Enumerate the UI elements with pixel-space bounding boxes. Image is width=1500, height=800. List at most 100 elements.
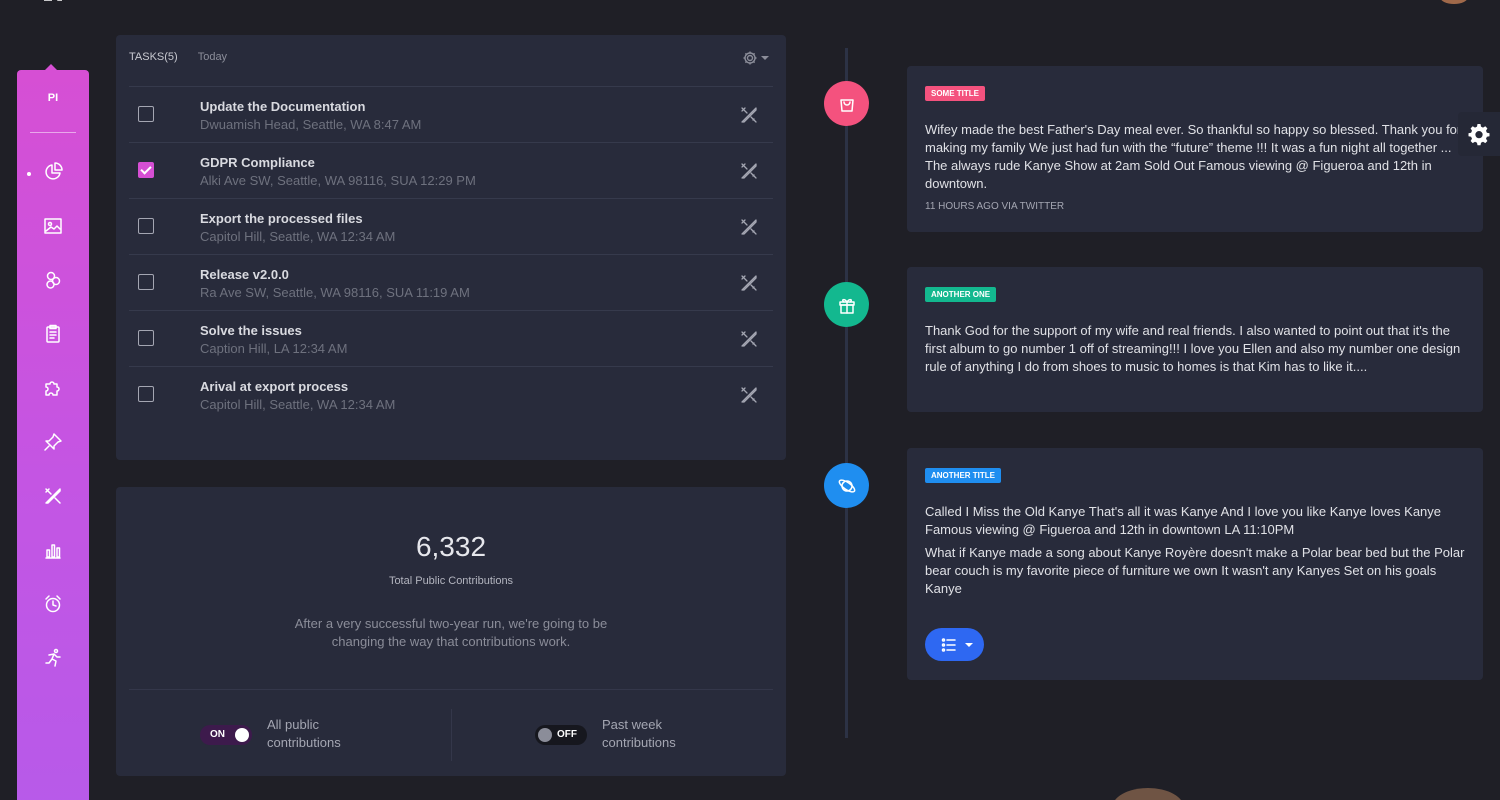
- timeline-badge-2: [824, 282, 869, 327]
- tasks-settings-dropdown[interactable]: [742, 50, 769, 66]
- tools-icon: [741, 219, 757, 235]
- task-checkbox[interactable]: [138, 274, 154, 290]
- toggle-state: ON: [210, 729, 225, 740]
- sidebar-item-calendar[interactable]: [39, 590, 67, 618]
- task-title: Solve the issues: [200, 323, 302, 338]
- task-edit-button[interactable]: [739, 105, 759, 125]
- gear-icon: [743, 51, 757, 65]
- task-edit-button[interactable]: [739, 329, 759, 349]
- task-edit-button[interactable]: [739, 385, 759, 405]
- divider: [129, 689, 773, 690]
- tasks-panel: TASKS(5) Today Update the Documentation D…: [116, 35, 786, 460]
- task-checkbox[interactable]: [138, 162, 154, 178]
- task-row: Arival at export process Capitol Hill, S…: [129, 366, 773, 422]
- timeline-text: Wifey made the best Father's Day meal ev…: [925, 122, 1462, 191]
- sidebar-item-plugins[interactable]: [39, 374, 67, 402]
- shapes-icon: [46, 271, 61, 289]
- sidebar-item-tools[interactable]: [39, 482, 67, 510]
- tools-icon: [741, 107, 757, 123]
- task-edit-button[interactable]: [739, 161, 759, 181]
- task-row: Update the Documentation Dwuamish Head, …: [129, 86, 773, 142]
- task-title: GDPR Compliance: [200, 155, 315, 170]
- timeline-badge: ANOTHER TITLE: [925, 468, 1001, 483]
- toggle-knob: [538, 728, 552, 742]
- timeline-actions-button[interactable]: [925, 628, 984, 661]
- tasks-header: TASKS(5) Today: [129, 51, 227, 63]
- sidebar: PI: [17, 70, 89, 800]
- tools-icon: [741, 163, 757, 179]
- timeline-text: Thank God for the support of my wife and…: [925, 323, 1461, 374]
- task-row: GDPR Compliance Alki Ave SW, Seattle, WA…: [129, 142, 773, 198]
- all-contributions-label: All public contributions: [267, 717, 341, 750]
- timeline-card: SOME TITLE Wifey made the best Father's …: [907, 66, 1483, 232]
- task-subtitle: Dwuamish Head, Seattle, WA 8:47 AM: [200, 117, 422, 132]
- task-title: Update the Documentation: [200, 99, 366, 114]
- timeline-text-2: What if Kanye made a song about Kanye Ro…: [925, 545, 1465, 596]
- task-checkbox[interactable]: [138, 218, 154, 234]
- past-week-label: Past week contributions: [602, 717, 676, 750]
- task-title: Arival at export process: [200, 379, 349, 394]
- sidebar-item-activity[interactable]: [39, 644, 67, 672]
- contributions-label: Total Public Contributions: [388, 575, 514, 587]
- task-subtitle: Capitol Hill, Seattle, WA 12:34 AM: [200, 229, 396, 244]
- timeline-card: ANOTHER ONE Thank God for the support of…: [907, 267, 1483, 412]
- task-subtitle: Alki Ave SW, Seattle, WA 98116, SUA 12:2…: [200, 173, 476, 188]
- tools-icon: [741, 275, 757, 291]
- sidebar-item-dashboard[interactable]: [39, 158, 67, 186]
- timeline-badge-3: [824, 463, 869, 508]
- settings-button[interactable]: [1458, 112, 1500, 156]
- timeline-badge-1: [824, 81, 869, 126]
- active-indicator: [27, 172, 31, 176]
- toggle-knob: [235, 728, 249, 742]
- sidebar-item-forms[interactable]: [39, 320, 67, 348]
- task-row: Export the processed files Capitol Hill,…: [129, 198, 773, 254]
- planet-icon: [838, 478, 855, 493]
- clipboard-icon: [46, 324, 60, 343]
- task-subtitle: Ra Ave SW, Seattle, WA 98116, SUA 11:19 …: [200, 285, 470, 300]
- menu-icon[interactable]: [40, 0, 66, 4]
- past-week-toggle[interactable]: OFF: [535, 725, 587, 745]
- task-list: Update the Documentation Dwuamish Head, …: [129, 86, 773, 422]
- contributions-description: After a very successful two-year run, we…: [294, 616, 608, 649]
- task-title: Release v2.0.0: [200, 267, 289, 282]
- sidebar-item-maps[interactable]: [39, 428, 67, 456]
- contributions-total: 6,332: [415, 531, 487, 562]
- contributions-panel: 6,332 Total Public Contributions After a…: [116, 487, 786, 776]
- sidebar-item-gallery[interactable]: [39, 212, 67, 240]
- task-checkbox[interactable]: [138, 330, 154, 346]
- sidebar-title: PI: [47, 92, 59, 104]
- chevron-down-icon: [761, 56, 769, 60]
- timeline-text: Called I Miss the Old Kanye That's all i…: [925, 504, 1442, 537]
- avatar: [1112, 788, 1184, 800]
- puzzle-icon: [45, 381, 60, 396]
- gear-icon: [1468, 124, 1490, 146]
- sidebar-item-components[interactable]: [39, 266, 67, 294]
- pie-chart-icon: [45, 162, 63, 180]
- tools-icon: [741, 331, 757, 347]
- timeline-meta: 11 HOURS AGO VIA TWITTER: [925, 201, 1065, 212]
- shopping-bag-icon: [839, 98, 854, 112]
- task-row: Solve the issues Caption Hill, LA 12:34 …: [129, 310, 773, 366]
- timeline-card: ANOTHER TITLE Called I Miss the Old Kany…: [907, 448, 1483, 680]
- task-edit-button[interactable]: [739, 217, 759, 237]
- all-contributions-toggle[interactable]: ON: [200, 725, 252, 745]
- task-edit-button[interactable]: [739, 273, 759, 293]
- timeline-badge: ANOTHER ONE: [925, 287, 997, 302]
- timeline-line: [845, 48, 848, 738]
- task-checkbox[interactable]: [138, 386, 154, 402]
- chevron-down-icon: [965, 642, 973, 647]
- image-icon: [44, 218, 62, 234]
- task-subtitle: Caption Hill, LA 12:34 AM: [200, 341, 348, 356]
- task-row: Release v2.0.0 Ra Ave SW, Seattle, WA 98…: [129, 254, 773, 310]
- task-checkbox[interactable]: [138, 106, 154, 122]
- toggle-state: OFF: [557, 729, 577, 740]
- bar-chart-icon: [45, 544, 61, 559]
- runner-icon: [45, 648, 61, 667]
- timeline-badge: SOME TITLE: [925, 86, 985, 101]
- user-avatar[interactable]: [1440, 0, 1468, 4]
- task-title: Export the processed files: [200, 211, 363, 226]
- tools-icon: [741, 387, 757, 403]
- tools-icon: [45, 488, 61, 504]
- sidebar-item-charts[interactable]: [39, 536, 67, 564]
- tasks-filter[interactable]: Today: [198, 51, 227, 63]
